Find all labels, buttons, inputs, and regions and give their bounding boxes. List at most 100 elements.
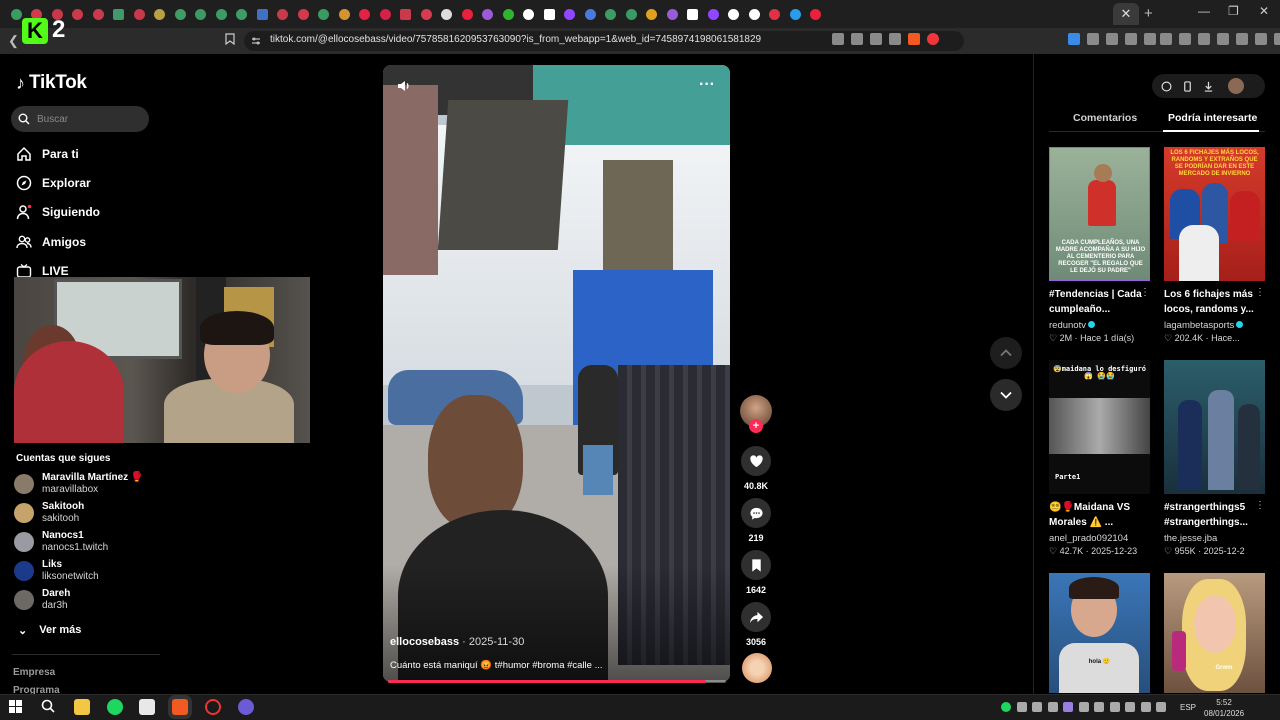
tab-you-may-like[interactable]: Podría interesarte — [1168, 112, 1257, 124]
wallet-icon[interactable] — [1198, 33, 1210, 45]
site-settings-icon[interactable] — [251, 36, 261, 46]
tab-favicon[interactable] — [355, 6, 376, 22]
card-more-icon[interactable]: ⋮ — [1140, 287, 1150, 298]
next-video-button[interactable] — [990, 379, 1022, 411]
brave-shield-icon[interactable] — [908, 33, 920, 45]
more-options-icon[interactable]: ··· — [699, 76, 715, 94]
card-user[interactable]: lagambetasports — [1164, 320, 1244, 331]
share-button[interactable] — [741, 602, 771, 632]
tab-favicon[interactable] — [580, 6, 601, 22]
music-icon[interactable] — [1160, 33, 1172, 45]
video-progress-bar[interactable] — [388, 680, 726, 683]
clock[interactable]: 5:52 08/01/2026 — [1204, 697, 1244, 719]
tab-favicon[interactable] — [806, 6, 827, 22]
video-thumbnail[interactable]: 😨maidana lo desfiguró😱 😭😭 Parte1 — [1049, 360, 1150, 494]
bookmark-icon[interactable] — [225, 33, 235, 48]
tab-favicon[interactable] — [539, 6, 560, 22]
share-icon[interactable] — [889, 33, 901, 45]
taskbar-search-icon[interactable] — [41, 699, 55, 713]
tray-icon[interactable] — [1047, 702, 1058, 712]
store-icon[interactable] — [139, 699, 155, 715]
extension-icon[interactable] — [1068, 33, 1080, 45]
download-icon[interactable] — [1203, 81, 1214, 92]
video-author[interactable]: ellocosebass · 2025-11-30 — [390, 636, 524, 648]
tray-icon[interactable] — [1078, 702, 1089, 712]
tab-favicon[interactable] — [560, 6, 581, 22]
extension-icon[interactable] — [1087, 33, 1099, 45]
extension-icon[interactable] — [1125, 33, 1137, 45]
tab-favicon[interactable] — [457, 6, 478, 22]
tray-icon[interactable] — [1094, 702, 1104, 712]
card-user[interactable]: the.jesse.jba — [1164, 533, 1217, 544]
followed-account[interactable]: Maravilla Martínez 🥊 maravillabox — [14, 472, 143, 496]
tray-icon[interactable] — [1016, 702, 1027, 712]
card-more-icon[interactable]: ⋮ — [1255, 500, 1265, 511]
tray-icon[interactable] — [1001, 702, 1011, 712]
card-title[interactable]: #strangerthings5 #strangerthings... — [1164, 500, 1258, 530]
followed-account[interactable]: Dareh dar3h — [14, 588, 70, 612]
tab-favicon[interactable] — [683, 6, 704, 22]
extension-icon[interactable] — [1144, 33, 1156, 45]
menu-icon[interactable] — [1274, 33, 1280, 45]
leo-icon[interactable] — [1236, 33, 1248, 45]
tab-favicon[interactable] — [478, 6, 499, 22]
video-thumbnail[interactable]: Grwm — [1164, 573, 1265, 693]
tab-favicon[interactable] — [416, 6, 437, 22]
close-tab-button[interactable]: ✕ — [1113, 3, 1139, 25]
tab-favicon[interactable] — [252, 6, 273, 22]
sidebar-icon[interactable] — [1179, 33, 1191, 45]
music-disc[interactable] — [742, 653, 772, 683]
tab-comments[interactable]: Comentarios — [1073, 112, 1137, 124]
followed-account[interactable]: Nanocs1 nanocs1.twitch — [14, 530, 108, 554]
brave-icon[interactable] — [172, 699, 188, 715]
tab-favicon[interactable] — [314, 6, 335, 22]
language-indicator[interactable]: ESP — [1180, 703, 1196, 712]
nav-for-you[interactable]: Para ti — [16, 146, 79, 162]
nav-explore[interactable]: Explorar — [16, 175, 91, 191]
tray-icon[interactable] — [1156, 702, 1166, 712]
vpn-icon[interactable] — [1217, 33, 1229, 45]
card-title[interactable]: #Tendencias | Cada cumpleaño... — [1049, 287, 1143, 317]
followed-account[interactable]: Sakitooh sakitooh — [14, 501, 84, 525]
maximize-button[interactable]: ❐ — [1228, 4, 1239, 18]
tray-icon[interactable] — [1140, 702, 1151, 712]
translate-icon[interactable] — [832, 33, 844, 45]
tab-favicon[interactable] — [293, 6, 314, 22]
tab-favicon[interactable] — [150, 6, 171, 22]
tab-favicon[interactable] — [765, 6, 786, 22]
puzzle-icon[interactable] — [1106, 33, 1118, 45]
file-explorer-icon[interactable] — [74, 699, 90, 715]
tab-favicon[interactable] — [785, 6, 806, 22]
tab-favicon[interactable] — [273, 6, 294, 22]
tab-favicon[interactable] — [109, 6, 130, 22]
card-title[interactable]: Los 6 fichajes más locos, randoms y... — [1164, 287, 1258, 317]
tab-favicon[interactable] — [744, 6, 765, 22]
tab-favicon[interactable] — [334, 6, 355, 22]
discord-icon[interactable] — [238, 699, 254, 715]
video-thumbnail[interactable]: LOS 6 FICHAJES MÁS LOCOS, RANDOMS Y EXTR… — [1164, 147, 1265, 281]
tab-favicon[interactable] — [191, 6, 212, 22]
tab-favicon[interactable] — [601, 6, 622, 22]
save-button[interactable] — [741, 550, 771, 580]
back-icon[interactable]: ❮ — [8, 33, 19, 49]
new-tab-button[interactable]: + — [1144, 5, 1153, 22]
video-thumbnail[interactable]: hola 🙂 — [1049, 573, 1150, 693]
tab-favicon[interactable] — [519, 6, 540, 22]
obs-icon[interactable] — [205, 699, 221, 715]
translate-page-icon[interactable] — [870, 33, 882, 45]
follow-plus-button[interactable]: + — [749, 419, 763, 433]
spotify-icon[interactable] — [107, 699, 123, 715]
card-user[interactable]: anel_prado092104 — [1049, 533, 1128, 544]
tab-favicon[interactable] — [211, 6, 232, 22]
tray-icon[interactable] — [1063, 702, 1073, 712]
card-title[interactable]: 😵‍💫🥊Maidana VS Morales ⚠️ ... — [1049, 500, 1143, 530]
tab-favicon[interactable] — [232, 6, 253, 22]
tab-favicon[interactable] — [88, 6, 109, 22]
tab-favicon[interactable] — [170, 6, 191, 22]
tab-favicon[interactable] — [621, 6, 642, 22]
volume-icon[interactable] — [396, 78, 412, 94]
windows-start-icon[interactable] — [9, 700, 22, 713]
search-input[interactable] — [11, 106, 149, 132]
tray-icon[interactable] — [1109, 702, 1120, 712]
tab-favicon[interactable] — [724, 6, 745, 22]
